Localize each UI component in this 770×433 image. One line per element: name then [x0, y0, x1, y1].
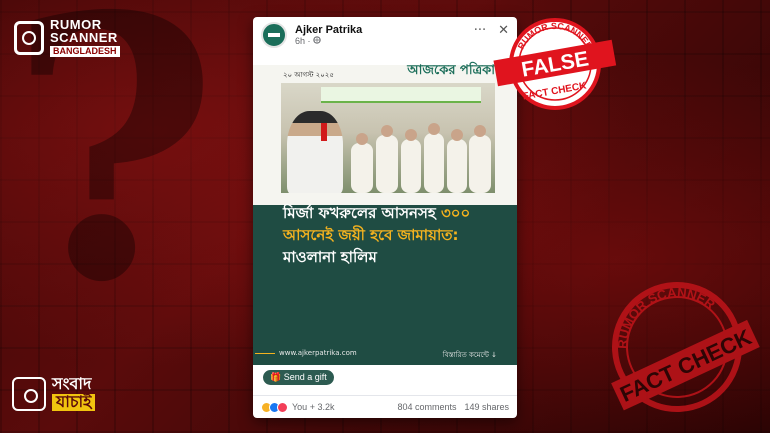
headline: মির্জা ফখরুলের আসনসহ ৩০০ আসনেই জয়ী হবে …	[283, 203, 503, 268]
headline-part1: মির্জা ফখরুলের আসনসহ	[283, 204, 441, 222]
logo-line2: যাচাই	[52, 393, 96, 412]
shares-count[interactable]: 149 shares	[464, 402, 509, 412]
event-photo	[281, 83, 495, 193]
scanner-icon	[14, 20, 44, 55]
headline-highlight2: আসনেই জয়ী হবে জামায়াত:	[283, 225, 459, 244]
send-gift-label: Send a gift	[283, 372, 327, 382]
brand-name-line2: SCANNER	[50, 30, 118, 45]
false-fact-check-stamp: RUMOR SCANNER FALSE FACT CHECK	[493, 18, 617, 110]
more-options-icon[interactable]: ···	[474, 23, 486, 38]
headline-part2: মাওলানা হালিম	[283, 247, 377, 266]
newspaper-logo: আজকের পত্রিকা	[407, 63, 495, 78]
reaction-emojis[interactable]	[261, 401, 288, 413]
page-name[interactable]: Ajker Patrika	[295, 24, 362, 36]
audience-figures	[321, 123, 491, 193]
newspaper-logo-icon	[264, 25, 284, 45]
details-in-comments: বিস্তারিত কমেন্টে ↓	[442, 351, 497, 359]
broadcast-icon	[12, 376, 46, 411]
reactions-count[interactable]: You + 3.2k	[292, 402, 334, 412]
post-header: Ajker Patrika 6h · ··· ✕	[253, 17, 517, 53]
gift-icon: 🎁	[270, 372, 282, 382]
send-gift-button[interactable]: 🎁 Send a gift	[263, 370, 334, 385]
globe-icon	[313, 36, 321, 44]
love-reaction-icon	[277, 401, 288, 413]
post-time[interactable]: 6h ·	[295, 36, 313, 46]
page-avatar[interactable]	[261, 22, 287, 48]
headline-highlight1: ৩০০	[440, 204, 471, 222]
website-url: www.ajkerpatrika.com	[255, 349, 357, 357]
songbad-jachai-logo: সংবাদ যাচাই	[12, 376, 96, 412]
brand-country: BANGLADESH	[50, 46, 120, 57]
reactions-bar: You + 3.2k 804 comments 149 shares	[253, 395, 517, 418]
rumor-scanner-watermark-stamp: RUMOR SCANNER FACT CHECK	[599, 272, 760, 412]
logo-line1: সংবাদ	[52, 376, 92, 393]
image-date: ২০ আগস্ট ২০২৫	[283, 71, 334, 79]
facebook-post-card: Ajker Patrika 6h · ··· ✕ ২০ আগস্ট ২০২৫ আ…	[253, 17, 517, 418]
comments-count[interactable]: 804 comments	[397, 402, 456, 412]
rumor-scanner-logo: RUMOR SCANNER BANGLADESH	[14, 18, 120, 57]
